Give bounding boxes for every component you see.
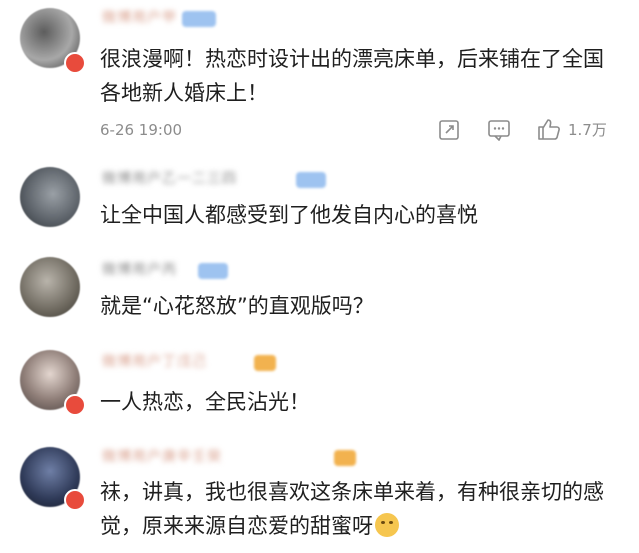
comment-username[interactable]: 微博用户丁戊己 bbox=[102, 352, 207, 372]
comment-item: 微博用户庚辛壬癸 祙，讲真，我也很喜欢这条床单来着，有种很亲切的感觉，原来来源自… bbox=[0, 435, 639, 553]
comment-text-content: 祙，讲真，我也很喜欢这条床单来着，有种很亲切的感觉，原来来源自恋爱的甜蜜呀 bbox=[100, 480, 604, 538]
comment-text: 祙，讲真，我也很喜欢这条床单来着，有种很亲切的感觉，原来来源自恋爱的甜蜜呀 bbox=[100, 475, 620, 543]
like-button[interactable]: 1.7万 bbox=[536, 117, 607, 141]
comment-text: 很浪漫啊！热恋时设计出的漂亮床单，后来铺在了全国各地新人婚床上！ bbox=[100, 47, 604, 105]
comment-item: 微博用户甲 很浪漫啊！热恋时设计出的漂亮床单，后来铺在了全国各地新人婚床上！ 6… bbox=[0, 0, 639, 155]
avatar[interactable] bbox=[20, 257, 80, 317]
avatar[interactable] bbox=[20, 167, 80, 227]
comment-text: 一人热恋，全民沾光！ bbox=[100, 390, 310, 414]
like-count: 1.7万 bbox=[568, 120, 607, 139]
comment-timestamp: 6-26 19:00 bbox=[100, 121, 183, 139]
comment-username[interactable]: 微博用户甲 bbox=[102, 8, 177, 28]
share-icon bbox=[439, 120, 459, 140]
comment-username[interactable]: 微博用户乙一二三四 bbox=[102, 169, 237, 189]
avatar-badge-icon bbox=[64, 52, 86, 74]
comment-item: 微博用户丁戊己 一人热恋，全民沾光！ bbox=[0, 340, 639, 435]
comment-button[interactable] bbox=[487, 119, 511, 141]
comment-item: 微博用户乙一二三四 让全中国人都感受到了他发自内心的喜悦 bbox=[0, 155, 639, 245]
vip-badge-icon bbox=[182, 11, 216, 27]
vip-badge-icon bbox=[198, 263, 228, 279]
avatar-badge-icon bbox=[64, 489, 86, 511]
comment-icon bbox=[488, 120, 510, 141]
share-button[interactable] bbox=[438, 119, 460, 141]
comment-text: 就是“心花怒放”的直观版吗？ bbox=[100, 294, 374, 318]
comment-username[interactable]: 微博用户庚辛壬癸 bbox=[102, 447, 222, 467]
comment-text: 让全中国人都感受到了他发自内心的喜悦 bbox=[100, 203, 478, 227]
vip-badge-icon bbox=[334, 450, 356, 466]
comment-item: 微博用户丙 就是“心花怒放”的直观版吗？ bbox=[0, 245, 639, 340]
avatar-badge-icon bbox=[64, 394, 86, 416]
vip-badge-icon bbox=[254, 355, 276, 371]
comment-username[interactable]: 微博用户丙 bbox=[102, 260, 177, 280]
thinking-face-emoji-icon bbox=[375, 513, 399, 537]
like-icon bbox=[538, 119, 560, 140]
vip-badge-icon bbox=[296, 172, 326, 188]
